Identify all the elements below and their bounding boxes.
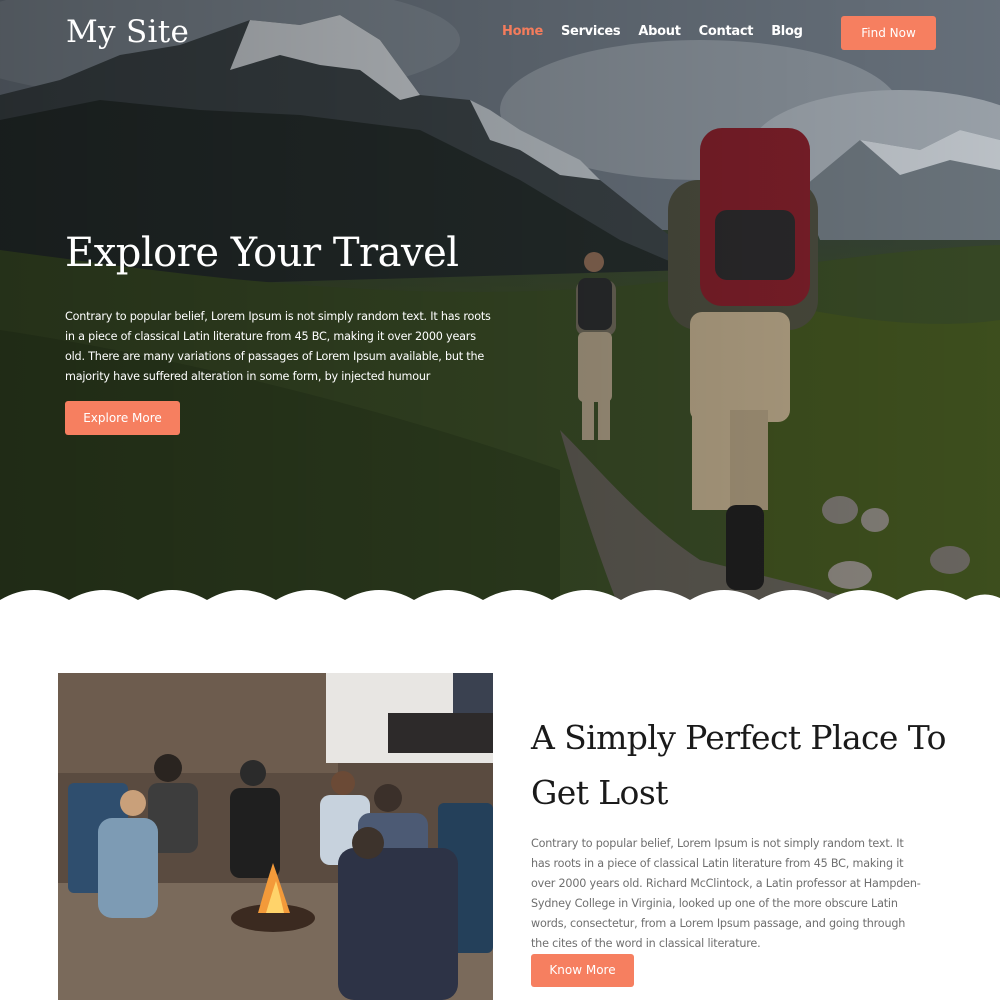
hero-title: Explore Your Travel: [65, 230, 459, 276]
know-more-button[interactable]: Know More: [531, 954, 634, 987]
hero-section: My Site Home Services About Contact Blog…: [0, 0, 1000, 610]
about-description: Contrary to popular belief, Lorem Ipsum …: [531, 837, 921, 950]
about-title: A Simply Perfect Place To Get Lost: [531, 718, 946, 812]
nav-link-services[interactable]: Services: [561, 24, 621, 39]
hero-overlay: [0, 0, 1000, 610]
hero-description: Contrary to popular belief, Lorem Ipsum …: [65, 310, 491, 383]
nav-link-home[interactable]: Home: [502, 24, 543, 39]
main-navigation: Home Services About Contact Blog: [502, 24, 821, 39]
nav-link-contact[interactable]: Contact: [699, 24, 754, 39]
scalloped-divider: [0, 590, 1000, 616]
explore-more-button[interactable]: Explore More: [65, 401, 180, 435]
campfire-scene: [58, 673, 493, 1000]
nav-link-blog[interactable]: Blog: [771, 24, 803, 39]
site-logo[interactable]: My Site: [66, 14, 189, 50]
find-now-button[interactable]: Find Now: [841, 16, 936, 50]
campfire-photo: [58, 673, 493, 1000]
nav-link-about[interactable]: About: [638, 24, 681, 39]
